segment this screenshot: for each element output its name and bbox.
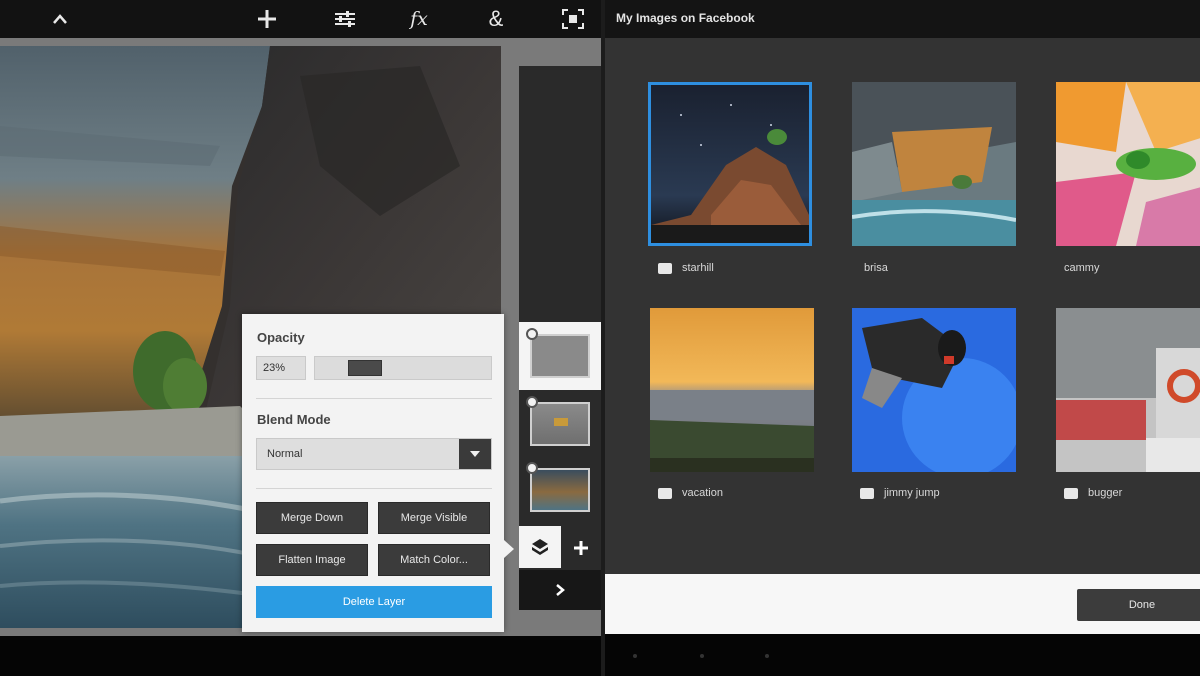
gallery-thumbnail-bugger[interactable] (1056, 308, 1200, 472)
opacity-value-field[interactable]: 23% (256, 356, 306, 380)
caption-text: jimmy jump (884, 487, 940, 499)
gallery-caption: cammy (1064, 262, 1099, 274)
layer-visibility-dot[interactable] (526, 396, 538, 408)
nav-dot (765, 654, 769, 658)
layer-thumbnail-2[interactable] (530, 402, 590, 446)
editor-toolbar: fx & (0, 0, 601, 38)
photo-count-icon (658, 487, 672, 499)
layer-visibility-dot[interactable] (526, 328, 538, 340)
caption-text: brisa (864, 262, 888, 274)
layer-thumbnail-1[interactable] (530, 334, 590, 378)
chevron-right-icon (556, 584, 565, 596)
match-color-button[interactable]: Match Color... (378, 544, 490, 576)
photo-count-icon (658, 262, 672, 274)
ampersand-icon[interactable]: & (478, 4, 514, 34)
editor-pane: fx & Opacity 23% Blend Mode Normal Merge… (0, 0, 601, 676)
adjustments-icon[interactable] (327, 4, 363, 34)
next-button[interactable] (519, 570, 601, 610)
photo-count-icon (860, 487, 874, 499)
merge-visible-button[interactable]: Merge Visible (378, 502, 490, 534)
gallery-title: My Images on Facebook (616, 11, 755, 25)
layer-thumbnail-3[interactable] (530, 468, 590, 512)
photo-count-icon (1064, 487, 1078, 499)
plus-icon[interactable] (249, 4, 285, 34)
layer-visibility-dot[interactable] (526, 462, 538, 474)
merge-down-button[interactable]: Merge Down (256, 502, 368, 534)
layers-icon (532, 539, 548, 555)
gallery-caption: bugger (1064, 487, 1122, 499)
caption-text: vacation (682, 487, 723, 499)
delete-layer-button[interactable]: Delete Layer (256, 586, 492, 618)
fx-icon[interactable]: fx (401, 4, 437, 34)
gallery-thumbnail-jimmy-jump[interactable] (852, 308, 1016, 472)
nav-dot (700, 654, 704, 658)
caption-text: starhill (682, 262, 714, 274)
gallery-caption: brisa (864, 262, 888, 274)
fx-label: fx (410, 8, 428, 30)
fullscreen-icon[interactable] (555, 4, 591, 34)
gallery-caption: vacation (658, 487, 723, 499)
panel-pointer (504, 540, 514, 558)
layers-stack-button[interactable] (519, 526, 561, 568)
gallery-thumbnail-vacation[interactable] (650, 308, 814, 472)
caption-text: bugger (1088, 487, 1123, 499)
layer-properties-panel: Opacity 23% Blend Mode Normal Merge Down… (242, 314, 504, 632)
opacity-label: Opacity (257, 330, 305, 345)
blend-mode-select[interactable]: Normal (256, 438, 492, 470)
gallery-caption: jimmy jump (860, 487, 940, 499)
nav-dot (633, 654, 637, 658)
facebook-gallery-pane: My Images on Facebook starhill brisa cam… (605, 0, 1200, 676)
divider (256, 488, 492, 489)
flatten-image-button[interactable]: Flatten Image (256, 544, 368, 576)
opacity-slider[interactable] (314, 356, 492, 380)
system-nav-bar (0, 636, 601, 676)
dropdown-arrow[interactable] (459, 439, 491, 469)
blend-mode-value: Normal (267, 448, 303, 460)
caption-text: cammy (1064, 262, 1100, 274)
blend-mode-label: Blend Mode (257, 412, 331, 427)
opacity-slider-handle[interactable] (348, 360, 382, 376)
gallery-thumbnail-starhill[interactable] (648, 82, 812, 246)
add-layer-button[interactable] (563, 530, 599, 566)
chevron-up-icon[interactable] (42, 4, 78, 34)
done-button[interactable]: Done (1077, 589, 1200, 621)
layer-content-mark (554, 418, 568, 426)
gallery-caption: starhill (658, 262, 714, 274)
chevron-down-icon (470, 451, 480, 457)
divider (256, 398, 492, 399)
plus-icon (574, 541, 588, 555)
ampersand-label: & (488, 6, 504, 31)
gallery-thumbnail-cammy[interactable] (1056, 82, 1200, 246)
gallery-header: My Images on Facebook (605, 0, 1200, 38)
gallery-thumbnail-brisa[interactable] (852, 82, 1016, 246)
system-nav-bar (605, 634, 1200, 676)
